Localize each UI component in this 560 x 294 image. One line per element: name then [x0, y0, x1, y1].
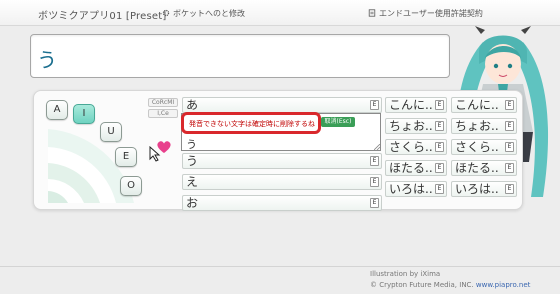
- edit-button[interactable]: E: [505, 142, 514, 152]
- document-icon: [368, 9, 376, 17]
- resize-handle-icon[interactable]: [374, 144, 380, 150]
- add-to-pocket-menu[interactable]: ボケットへのと修改: [162, 8, 245, 19]
- list-item[interactable]: えE: [182, 174, 382, 190]
- phrase-display[interactable]: う: [30, 34, 450, 78]
- list-item-label: う: [186, 154, 199, 168]
- vowel-key-e[interactable]: E: [115, 147, 137, 167]
- vowel-key-i[interactable]: I: [73, 104, 95, 124]
- heart-icon: [157, 141, 171, 153]
- gear-icon: [162, 9, 170, 17]
- edit-button[interactable]: E: [370, 177, 379, 187]
- list-item[interactable]: あE: [182, 97, 382, 113]
- editor-value: う: [186, 138, 197, 151]
- warning-text: 発音できない文字は確定時に削除するね: [189, 120, 315, 128]
- list-item-label: あ: [186, 98, 199, 112]
- list-item[interactable]: さくら.. E: [385, 139, 447, 155]
- vowel-key-a[interactable]: A: [46, 100, 68, 120]
- edit-button[interactable]: E: [435, 163, 444, 173]
- list-item[interactable]: こんに.. E: [451, 97, 517, 113]
- list-item-label: さくら..: [389, 140, 433, 154]
- list-item[interactable]: うE: [182, 153, 382, 169]
- app-title: ボツミクアプリ01 [Preset]: [38, 11, 167, 22]
- footer-divider: [0, 266, 560, 267]
- list-item-label: ほたる..: [455, 161, 499, 175]
- list-item[interactable]: さくら.. E: [451, 139, 517, 155]
- edit-button[interactable]: E: [370, 100, 379, 110]
- list-item[interactable]: こんに.. E: [385, 97, 447, 113]
- edit-button[interactable]: E: [435, 121, 444, 131]
- edit-button[interactable]: E: [505, 121, 514, 131]
- edit-button[interactable]: E: [435, 184, 444, 194]
- list-item-label: お: [186, 196, 199, 210]
- list-item[interactable]: いろは.. E: [385, 181, 447, 197]
- copyright-line: © Crypton Future Media, INC. www.piapro.…: [370, 281, 530, 289]
- cancel-button[interactable]: 取消(Esc): [321, 117, 355, 127]
- list-item-label: さくら..: [455, 140, 499, 154]
- edit-button[interactable]: E: [370, 156, 379, 166]
- illustration-credit: Illustration by iXima: [370, 270, 441, 278]
- edit-button[interactable]: E: [370, 198, 379, 208]
- copyright-text: © Crypton Future Media, INC.: [370, 281, 474, 289]
- edit-button[interactable]: E: [435, 100, 444, 110]
- unpronounceable-warning: 発音できない文字は確定時に削除するね: [181, 112, 321, 134]
- edit-button[interactable]: E: [435, 142, 444, 152]
- list-item[interactable]: ちょお.. E: [385, 118, 447, 134]
- vowel-key-u[interactable]: U: [100, 122, 122, 142]
- piapro-link[interactable]: www.piapro.net: [476, 281, 530, 289]
- list-item-label: こんに..: [389, 98, 433, 112]
- list-item[interactable]: いろは.. E: [451, 181, 517, 197]
- edit-button[interactable]: E: [505, 100, 514, 110]
- list-item[interactable]: おE: [182, 195, 382, 211]
- add-to-pocket-label: ボケットへのと修改: [173, 9, 245, 18]
- list-item-label: ちょお..: [389, 119, 433, 133]
- side-button-1[interactable]: CoRcMI: [148, 98, 178, 107]
- list-item-label: いろは..: [455, 182, 499, 196]
- list-item-label: ちょお..: [455, 119, 499, 133]
- list-item[interactable]: ほたる.. E: [385, 160, 447, 176]
- list-item[interactable]: ちょお.. E: [451, 118, 517, 134]
- list-item[interactable]: ほたる.. E: [451, 160, 517, 176]
- list-item-label: いろは..: [389, 182, 433, 196]
- vowel-key-o[interactable]: O: [120, 176, 142, 196]
- edit-button[interactable]: E: [505, 184, 514, 194]
- side-button-2[interactable]: I,Ce: [148, 109, 178, 118]
- edit-button[interactable]: E: [505, 163, 514, 173]
- list-item-label: え: [186, 175, 199, 189]
- list-item-label: こんに..: [455, 98, 499, 112]
- phrase-text: う: [37, 48, 57, 72]
- list-item-label: ほたる..: [389, 161, 433, 175]
